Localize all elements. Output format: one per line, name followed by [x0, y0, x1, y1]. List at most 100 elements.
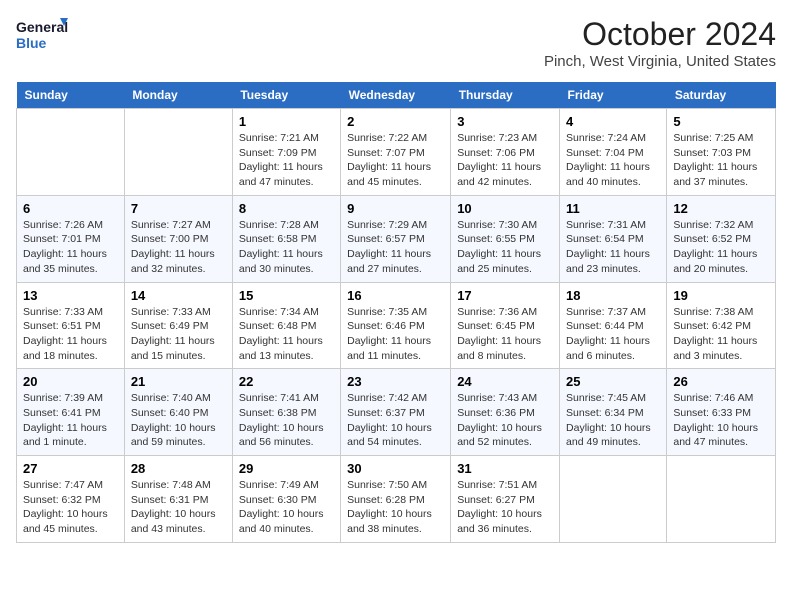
daylight-text: Daylight: 11 hours and 23 minutes.: [566, 247, 660, 276]
sunset-text: Sunset: 6:49 PM: [131, 319, 226, 334]
calendar-week-1: 1 Sunrise: 7:21 AM Sunset: 7:09 PM Dayli…: [17, 109, 776, 196]
sunrise-text: Sunrise: 7:49 AM: [239, 478, 334, 493]
day-number: 27: [23, 461, 118, 476]
calendar-cell: 16 Sunrise: 7:35 AM Sunset: 6:46 PM Dayl…: [341, 282, 451, 369]
cell-info: Sunrise: 7:23 AM Sunset: 7:06 PM Dayligh…: [457, 131, 553, 190]
cell-info: Sunrise: 7:43 AM Sunset: 6:36 PM Dayligh…: [457, 391, 553, 450]
calendar-cell: 17 Sunrise: 7:36 AM Sunset: 6:45 PM Dayl…: [451, 282, 560, 369]
daylight-text: Daylight: 11 hours and 8 minutes.: [457, 334, 553, 363]
sunset-text: Sunset: 6:34 PM: [566, 406, 660, 421]
day-number: 15: [239, 288, 334, 303]
cell-info: Sunrise: 7:25 AM Sunset: 7:03 PM Dayligh…: [673, 131, 769, 190]
weekday-header-row: SundayMondayTuesdayWednesdayThursdayFrid…: [17, 82, 776, 109]
sunrise-text: Sunrise: 7:26 AM: [23, 218, 118, 233]
sunrise-text: Sunrise: 7:33 AM: [23, 305, 118, 320]
day-number: 3: [457, 114, 553, 129]
day-number: 1: [239, 114, 334, 129]
sunrise-text: Sunrise: 7:42 AM: [347, 391, 444, 406]
sunrise-text: Sunrise: 7:34 AM: [239, 305, 334, 320]
day-number: 31: [457, 461, 553, 476]
daylight-text: Daylight: 11 hours and 25 minutes.: [457, 247, 553, 276]
day-number: 13: [23, 288, 118, 303]
sunset-text: Sunset: 6:55 PM: [457, 232, 553, 247]
cell-info: Sunrise: 7:30 AM Sunset: 6:55 PM Dayligh…: [457, 218, 553, 277]
daylight-text: Daylight: 11 hours and 37 minutes.: [673, 160, 769, 189]
day-number: 19: [673, 288, 769, 303]
calendar-cell: 2 Sunrise: 7:22 AM Sunset: 7:07 PM Dayli…: [341, 109, 451, 196]
cell-info: Sunrise: 7:33 AM Sunset: 6:49 PM Dayligh…: [131, 305, 226, 364]
sunset-text: Sunset: 6:40 PM: [131, 406, 226, 421]
daylight-text: Daylight: 10 hours and 56 minutes.: [239, 421, 334, 450]
sunrise-text: Sunrise: 7:40 AM: [131, 391, 226, 406]
calendar-cell: 15 Sunrise: 7:34 AM Sunset: 6:48 PM Dayl…: [232, 282, 340, 369]
sunrise-text: Sunrise: 7:30 AM: [457, 218, 553, 233]
daylight-text: Daylight: 11 hours and 47 minutes.: [239, 160, 334, 189]
daylight-text: Daylight: 11 hours and 11 minutes.: [347, 334, 444, 363]
sunrise-text: Sunrise: 7:27 AM: [131, 218, 226, 233]
title-area: October 2024 Pinch, West Virginia, Unite…: [544, 16, 776, 70]
sunrise-text: Sunrise: 7:22 AM: [347, 131, 444, 146]
day-number: 22: [239, 374, 334, 389]
cell-info: Sunrise: 7:36 AM Sunset: 6:45 PM Dayligh…: [457, 305, 553, 364]
sunrise-text: Sunrise: 7:37 AM: [566, 305, 660, 320]
day-number: 11: [566, 201, 660, 216]
calendar-cell: 18 Sunrise: 7:37 AM Sunset: 6:44 PM Dayl…: [560, 282, 667, 369]
day-number: 30: [347, 461, 444, 476]
sunrise-text: Sunrise: 7:33 AM: [131, 305, 226, 320]
cell-info: Sunrise: 7:35 AM Sunset: 6:46 PM Dayligh…: [347, 305, 444, 364]
cell-info: Sunrise: 7:21 AM Sunset: 7:09 PM Dayligh…: [239, 131, 334, 190]
sunset-text: Sunset: 6:31 PM: [131, 493, 226, 508]
weekday-header-monday: Monday: [124, 82, 232, 109]
sunset-text: Sunset: 6:54 PM: [566, 232, 660, 247]
sunrise-text: Sunrise: 7:21 AM: [239, 131, 334, 146]
sunrise-text: Sunrise: 7:29 AM: [347, 218, 444, 233]
sunset-text: Sunset: 6:36 PM: [457, 406, 553, 421]
day-number: 21: [131, 374, 226, 389]
day-number: 18: [566, 288, 660, 303]
cell-info: Sunrise: 7:40 AM Sunset: 6:40 PM Dayligh…: [131, 391, 226, 450]
sunrise-text: Sunrise: 7:38 AM: [673, 305, 769, 320]
sunset-text: Sunset: 6:52 PM: [673, 232, 769, 247]
sunset-text: Sunset: 6:37 PM: [347, 406, 444, 421]
cell-info: Sunrise: 7:38 AM Sunset: 6:42 PM Dayligh…: [673, 305, 769, 364]
calendar-cell: 1 Sunrise: 7:21 AM Sunset: 7:09 PM Dayli…: [232, 109, 340, 196]
calendar-cell: 6 Sunrise: 7:26 AM Sunset: 7:01 PM Dayli…: [17, 195, 125, 282]
calendar-cell: 3 Sunrise: 7:23 AM Sunset: 7:06 PM Dayli…: [451, 109, 560, 196]
daylight-text: Daylight: 11 hours and 18 minutes.: [23, 334, 118, 363]
day-number: 12: [673, 201, 769, 216]
daylight-text: Daylight: 11 hours and 45 minutes.: [347, 160, 444, 189]
cell-info: Sunrise: 7:51 AM Sunset: 6:27 PM Dayligh…: [457, 478, 553, 537]
daylight-text: Daylight: 10 hours and 47 minutes.: [673, 421, 769, 450]
calendar-cell: 25 Sunrise: 7:45 AM Sunset: 6:34 PM Dayl…: [560, 369, 667, 456]
calendar-cell: [667, 456, 776, 543]
daylight-text: Daylight: 10 hours and 45 minutes.: [23, 507, 118, 536]
sunrise-text: Sunrise: 7:48 AM: [131, 478, 226, 493]
svg-text:Blue: Blue: [16, 35, 47, 51]
cell-info: Sunrise: 7:37 AM Sunset: 6:44 PM Dayligh…: [566, 305, 660, 364]
day-number: 25: [566, 374, 660, 389]
weekday-header-thursday: Thursday: [451, 82, 560, 109]
sunset-text: Sunset: 6:48 PM: [239, 319, 334, 334]
sunset-text: Sunset: 7:04 PM: [566, 146, 660, 161]
sunrise-text: Sunrise: 7:51 AM: [457, 478, 553, 493]
sunset-text: Sunset: 6:32 PM: [23, 493, 118, 508]
sunset-text: Sunset: 6:27 PM: [457, 493, 553, 508]
weekday-header-wednesday: Wednesday: [341, 82, 451, 109]
day-number: 24: [457, 374, 553, 389]
day-number: 16: [347, 288, 444, 303]
month-title: October 2024: [544, 16, 776, 53]
calendar-cell: [124, 109, 232, 196]
calendar-cell: [560, 456, 667, 543]
calendar-cell: 10 Sunrise: 7:30 AM Sunset: 6:55 PM Dayl…: [451, 195, 560, 282]
cell-info: Sunrise: 7:45 AM Sunset: 6:34 PM Dayligh…: [566, 391, 660, 450]
sunset-text: Sunset: 7:00 PM: [131, 232, 226, 247]
sunset-text: Sunset: 6:30 PM: [239, 493, 334, 508]
daylight-text: Daylight: 11 hours and 6 minutes.: [566, 334, 660, 363]
calendar-week-4: 20 Sunrise: 7:39 AM Sunset: 6:41 PM Dayl…: [17, 369, 776, 456]
cell-info: Sunrise: 7:34 AM Sunset: 6:48 PM Dayligh…: [239, 305, 334, 364]
day-number: 10: [457, 201, 553, 216]
sunset-text: Sunset: 7:06 PM: [457, 146, 553, 161]
cell-info: Sunrise: 7:31 AM Sunset: 6:54 PM Dayligh…: [566, 218, 660, 277]
day-number: 20: [23, 374, 118, 389]
sunrise-text: Sunrise: 7:23 AM: [457, 131, 553, 146]
